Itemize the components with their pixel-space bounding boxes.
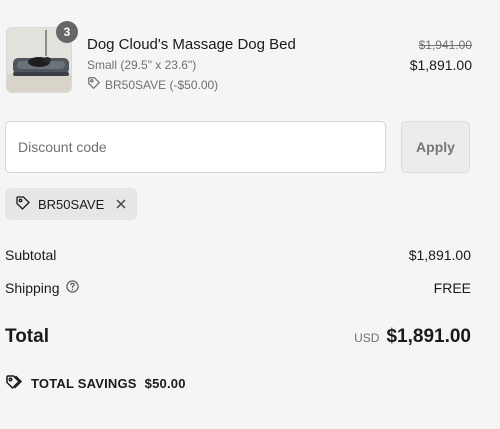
subtotal-value: $1,891.00: [408, 247, 471, 263]
close-icon: [116, 199, 126, 209]
applied-discount-code: BR50SAVE: [38, 196, 105, 212]
line-item-discount-text: BR50SAVE (-$50.00): [105, 77, 219, 92]
shipping-label-group: Shipping: [5, 280, 79, 296]
remove-discount-button[interactable]: [115, 198, 127, 210]
tag-icon: [15, 195, 31, 214]
line-item-discount: BR50SAVE (-$50.00): [87, 76, 218, 93]
shipping-label: Shipping: [5, 280, 60, 296]
help-icon[interactable]: [65, 280, 79, 296]
total-savings-value: $50.00: [144, 376, 186, 391]
total-amount: $1,891.00: [386, 326, 471, 347]
discount-code-input[interactable]: [5, 121, 386, 173]
quantity-badge: 3: [56, 21, 78, 43]
compare-at-price: $1,941.00: [418, 38, 472, 52]
subtotal-label: Subtotal: [5, 247, 57, 263]
total-label: Total: [5, 326, 49, 347]
total-amount-group: USD $1,891.00: [354, 326, 471, 348]
line-item-price: $1,891.00: [409, 57, 472, 73]
apply-button[interactable]: Apply: [401, 121, 470, 173]
cart-line-item: 3 Dog Cloud's Massage Dog Bed Small (29.…: [6, 21, 472, 95]
applied-discount-tag: BR50SAVE: [5, 188, 138, 220]
tag-icon: [87, 76, 101, 93]
product-variant: Small (29.5" x 23.6"): [87, 58, 197, 72]
product-thumbnail-wrapper: 3: [6, 21, 78, 93]
total-savings: TOTAL SAVINGS $50.00: [5, 374, 186, 393]
currency-code: USD: [354, 331, 380, 345]
total-row: Total USD $1,891.00: [5, 322, 471, 352]
total-savings-label: TOTAL SAVINGS: [31, 376, 137, 391]
shipping-row: Shipping FREE: [5, 278, 471, 298]
tag-icon: [5, 374, 23, 393]
product-title: Dog Cloud's Massage Dog Bed: [87, 36, 296, 53]
shipping-value: FREE: [433, 280, 471, 296]
subtotal-row: Subtotal $1,891.00: [5, 245, 471, 265]
